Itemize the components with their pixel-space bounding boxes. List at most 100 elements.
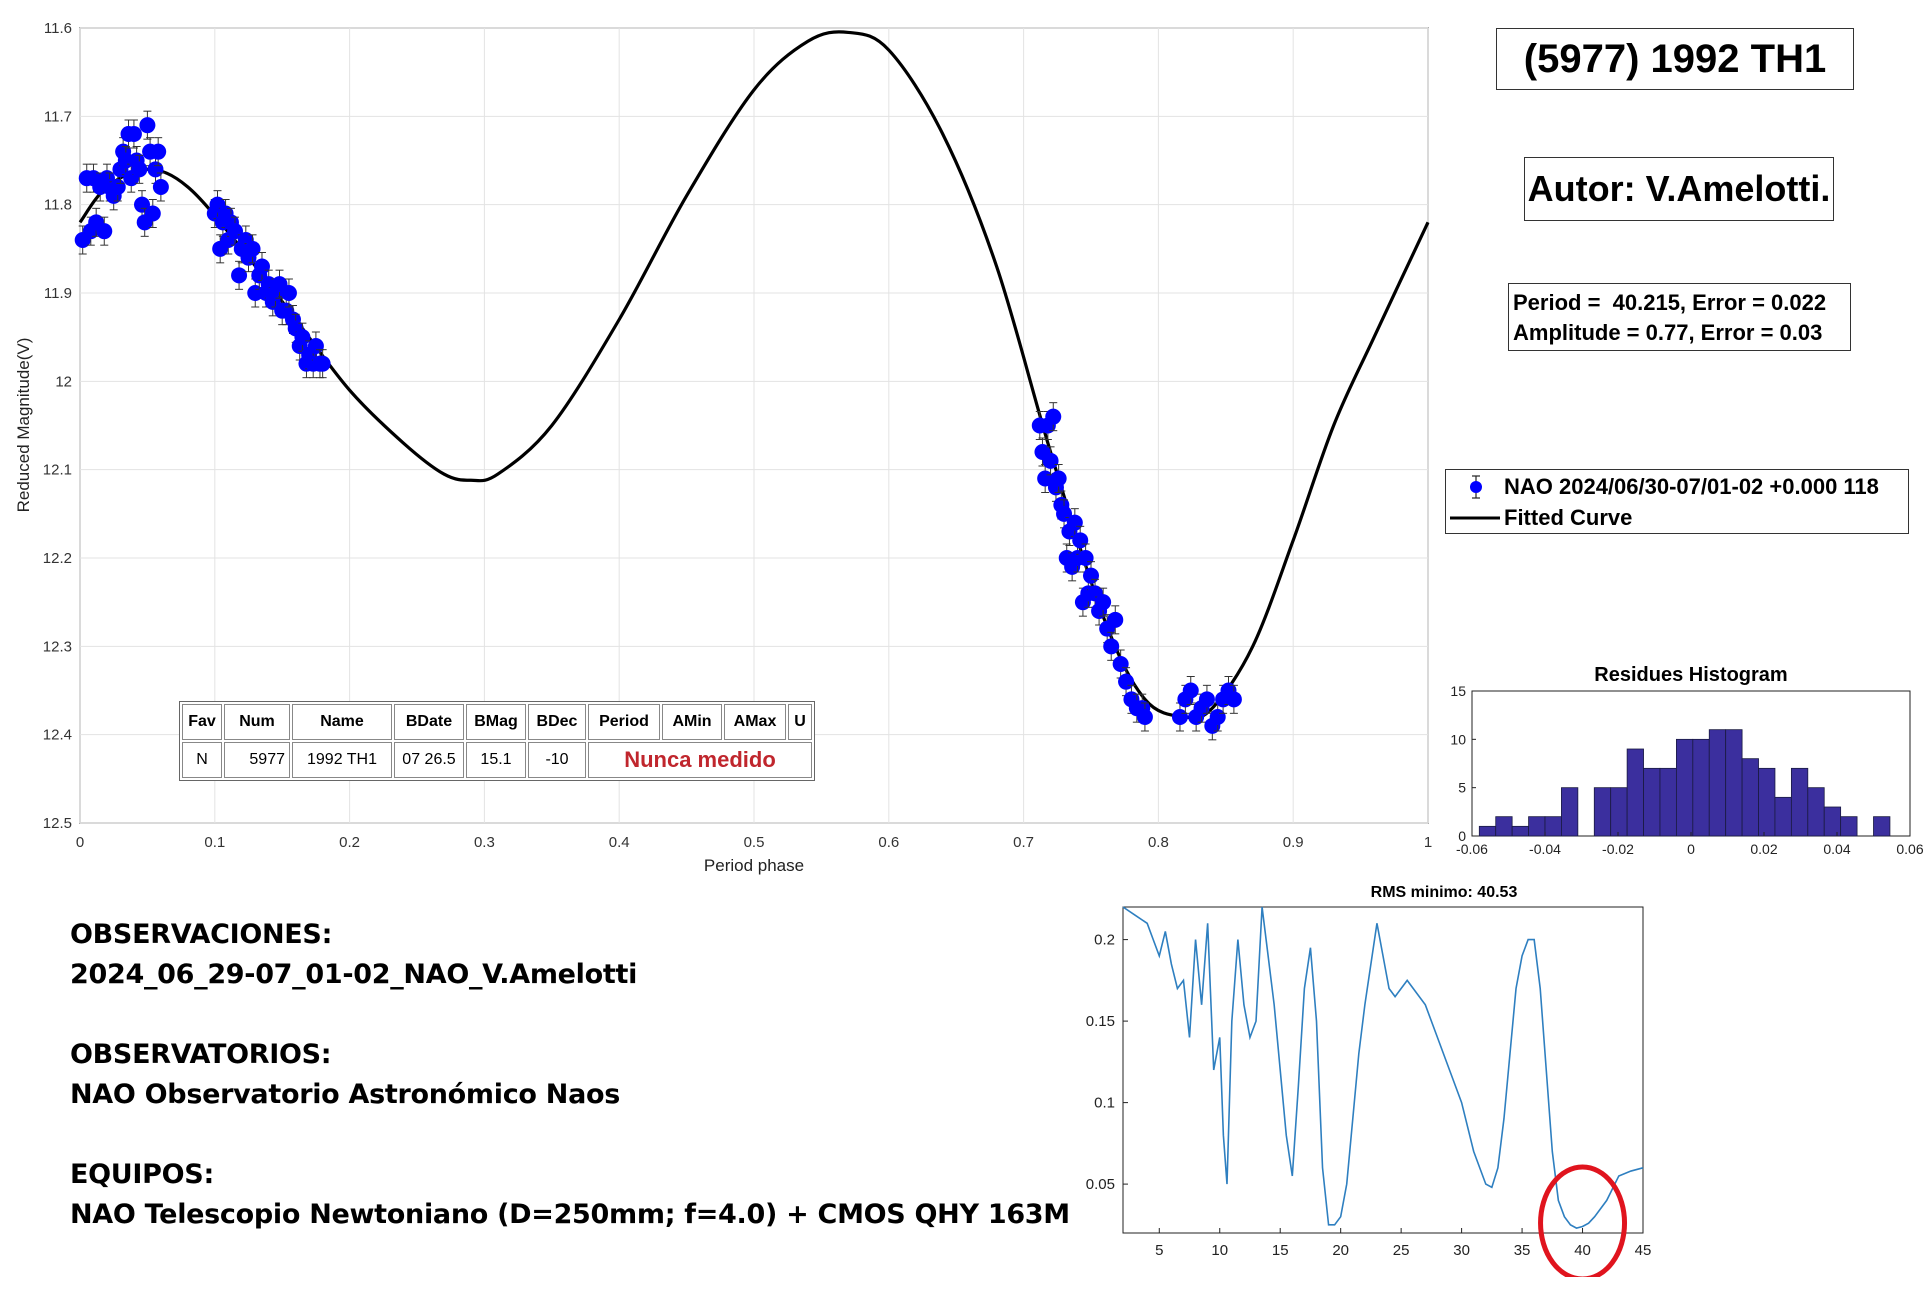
histogram-bar xyxy=(1610,787,1628,837)
asteroid-info-table: Fav Num Name BDate BMag BDec Period AMin… xyxy=(179,701,815,781)
hist-x-tick-label: 0 xyxy=(1687,841,1695,855)
y-tick-label: 12 xyxy=(55,373,72,390)
hist-x-tick-label: 0.04 xyxy=(1823,841,1850,855)
rms-x-tick-label: 30 xyxy=(1453,1242,1470,1259)
amplitude-line: Amplitude = 0.77, Error = 0.03 xyxy=(1513,320,1823,345)
histogram-bar xyxy=(1544,816,1562,837)
y-tick-label: 11.9 xyxy=(44,285,72,302)
col-amin: AMin xyxy=(662,704,722,740)
hist-y-tick-label: 0 xyxy=(1458,828,1466,844)
data-point xyxy=(1042,452,1059,469)
rms-x-tick-label: 20 xyxy=(1332,1242,1349,1259)
histogram-bar xyxy=(1840,816,1858,837)
histogram-bar xyxy=(1511,825,1529,837)
data-point xyxy=(152,179,169,195)
data-point xyxy=(139,117,156,134)
rms-y-tick-label: 0.2 xyxy=(1094,932,1115,949)
data-point xyxy=(125,126,142,142)
histogram-bar xyxy=(1823,806,1842,837)
legend-fit-label: Fitted Curve xyxy=(1504,505,1633,530)
asteroid-title: (5977) 1992 TH1 xyxy=(1496,28,1854,90)
rms-y-tick-label: 0.15 xyxy=(1086,1013,1115,1030)
hist-x-tick-label: 0.02 xyxy=(1750,841,1777,855)
x-tick-label: 0.7 xyxy=(1013,834,1034,851)
rms-y-tick-label: 0.05 xyxy=(1086,1176,1115,1193)
x-tick-label: 0.5 xyxy=(744,834,765,851)
observations-header: OBSERVACIONES: xyxy=(70,919,333,950)
histogram-bar xyxy=(1478,825,1497,837)
histogram-bar xyxy=(1807,787,1825,837)
col-u: U xyxy=(788,704,812,740)
histogram-bar xyxy=(1643,767,1661,837)
x-tick-label: 0 xyxy=(76,834,84,851)
main-x-ticks: 0 0.1 0.2 0.3 0.4 0.5 0.6 0.7 0.8 0.9 1 xyxy=(76,834,1432,851)
main-x-label: Period phase xyxy=(704,856,804,875)
period-line: Period = 40.215, Error = 0.022 xyxy=(1513,290,1827,315)
hist-y-tick-label: 5 xyxy=(1458,780,1466,796)
legend-line-marker xyxy=(1450,516,1500,520)
hist-x-tick-label: 0.06 xyxy=(1896,841,1923,855)
histogram-bar xyxy=(1692,738,1710,837)
histogram-bar xyxy=(1708,729,1727,837)
histogram-bar xyxy=(1659,767,1677,837)
data-point xyxy=(1198,691,1215,708)
rms-x-tick-label: 35 xyxy=(1514,1242,1531,1259)
rms-periodogram: RMS minimo: 40.53 5 10 15 20 25 30 35 40 45 0.05 0… xyxy=(1086,884,1651,1277)
x-tick-label: 0.8 xyxy=(1148,834,1169,851)
main-y-ticks: 11.6 11.7 11.8 11.9 12 12.1 12.2 12.3 12.4 12.5 xyxy=(43,20,72,832)
rms-x-tick-label: 10 xyxy=(1211,1242,1228,1259)
observatories-header: OBSERVATORIOS: xyxy=(70,1039,332,1070)
cell-name: 1992 TH1 xyxy=(292,742,392,778)
y-tick-label: 12.5 xyxy=(43,815,72,832)
rms-x-tick-label: 15 xyxy=(1272,1242,1289,1259)
hist-y-tick-label: 10 xyxy=(1450,731,1466,747)
rms-y-tick-label: 0.1 xyxy=(1094,1095,1115,1112)
legend-series-label: NAO 2024/06/30-07/01-02 +0.000 118 xyxy=(1504,474,1879,499)
fit-parameters: Period = 40.215, Error = 0.022 Amplitude… xyxy=(1508,283,1851,351)
equipment-header: EQUIPOS: xyxy=(70,1159,214,1190)
x-tick-label: 1 xyxy=(1424,834,1432,851)
x-tick-label: 0.6 xyxy=(878,834,899,851)
data-point xyxy=(109,179,126,195)
y-tick-label: 12.2 xyxy=(43,550,72,567)
data-point xyxy=(150,143,167,160)
y-tick-label: 11.6 xyxy=(44,20,72,37)
histogram-bar xyxy=(1790,767,1809,837)
data-point xyxy=(1225,691,1242,708)
observatories-value: NAO Observatorio Astronómico Naos xyxy=(70,1079,621,1110)
equipment-value: NAO Telescopio Newtoniano (D=250mm; f=4.… xyxy=(70,1199,1070,1230)
y-tick-label: 12.1 xyxy=(43,462,72,479)
cell-bmag: 15.1 xyxy=(466,742,526,778)
data-point xyxy=(253,258,270,275)
main-y-label: Reduced Magnitude(V) xyxy=(14,338,33,513)
col-period: Period xyxy=(588,704,660,740)
data-point xyxy=(1045,408,1062,425)
histogram-bar xyxy=(1873,816,1891,837)
rms-x-tick-label: 5 xyxy=(1155,1242,1163,1259)
data-point xyxy=(294,329,311,346)
hist-y-tick-label: 15 xyxy=(1450,683,1466,699)
legend: NAO 2024/06/30-07/01-02 +0.000 118 Fitte… xyxy=(1445,469,1909,534)
col-amax: AMax xyxy=(724,704,786,740)
residues-histogram: Residues Histogram -0.06 -0.04 -0.02 0 0.02 0… xyxy=(1450,664,1923,855)
rms-title: RMS minimo: 40.53 xyxy=(1371,884,1518,901)
x-tick-label: 0.1 xyxy=(204,834,225,851)
x-tick-label: 0.3 xyxy=(474,834,495,851)
data-point xyxy=(231,267,248,284)
rms-x-tick-label: 40 xyxy=(1574,1242,1591,1259)
x-tick-label: 0.4 xyxy=(609,834,630,851)
legend-point-marker xyxy=(1470,475,1482,499)
histogram-title: Residues Histogram xyxy=(1594,664,1787,686)
y-tick-label: 11.8 xyxy=(44,197,72,214)
data-point xyxy=(244,240,261,257)
histogram-bar xyxy=(1593,787,1612,837)
histogram-bar xyxy=(1528,816,1546,837)
histogram-bar xyxy=(1495,816,1513,837)
histogram-bar xyxy=(1725,729,1743,837)
histogram-bar xyxy=(1741,758,1759,837)
observations-value: 2024_06_29-07_01-02_NAO_V.Amelotti xyxy=(70,959,638,990)
histogram-bar xyxy=(1626,748,1644,837)
data-point xyxy=(131,161,148,178)
histogram-bar xyxy=(1758,767,1776,837)
col-fav: Fav xyxy=(182,704,222,740)
